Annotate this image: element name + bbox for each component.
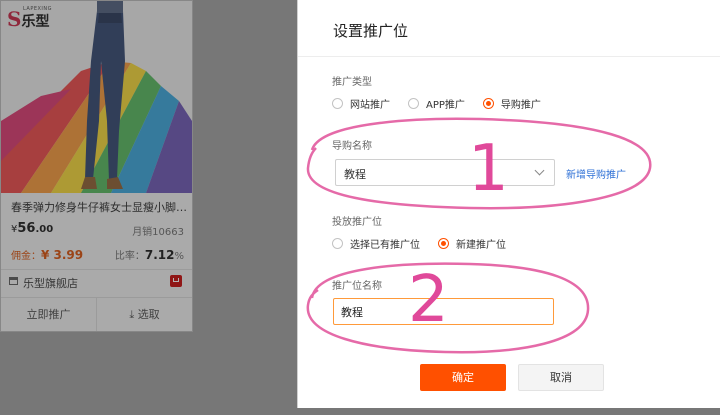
position-name-label: 推广位名称 — [332, 281, 382, 292]
radio-website[interactable]: 网站推广 — [332, 96, 390, 111]
promotion-type-group: 网站推广 APP推广 导购推广 — [332, 95, 559, 111]
cancel-button[interactable]: 取消 — [518, 364, 604, 391]
guide-name-value: 教程 — [344, 168, 366, 181]
promotion-type-label: 推广类型 — [332, 77, 372, 88]
modal-divider — [298, 56, 720, 57]
radio-circle[interactable] — [482, 97, 494, 109]
radio-existing-position[interactable]: 选择已有推广位 — [332, 236, 420, 251]
chevron-down-icon[interactable] — [534, 165, 545, 176]
radio-app[interactable]: APP推广 — [408, 96, 465, 111]
radio-label: 导购推广 — [500, 99, 541, 111]
add-guide-link[interactable]: 新增导购推广 — [566, 166, 626, 181]
confirm-button[interactable]: 确定 — [420, 364, 506, 391]
radio-circle[interactable] — [332, 237, 343, 249]
radio-label: APP推广 — [426, 99, 465, 111]
radio-guide[interactable]: 导购推广 — [482, 96, 541, 111]
annotation-number-2: 2 — [408, 263, 449, 337]
annotation-number-1: 1 — [468, 132, 509, 206]
modal-title: 设置推广位 — [333, 22, 409, 40]
radio-label: 网站推广 — [350, 99, 390, 111]
radio-circle[interactable] — [438, 237, 449, 249]
guide-name-label: 导购名称 — [332, 141, 372, 152]
position-type-group: 选择已有推广位 新建推广位 — [332, 235, 524, 251]
radio-circle[interactable] — [408, 97, 419, 109]
position-label: 投放推广位 — [332, 217, 382, 228]
radio-new-position[interactable]: 新建推广位 — [438, 236, 506, 251]
radio-label: 新建推广位 — [456, 239, 506, 251]
guide-name-select[interactable]: 教程 — [335, 159, 555, 186]
radio-circle[interactable] — [332, 97, 343, 109]
radio-label: 选择已有推广位 — [350, 239, 420, 251]
